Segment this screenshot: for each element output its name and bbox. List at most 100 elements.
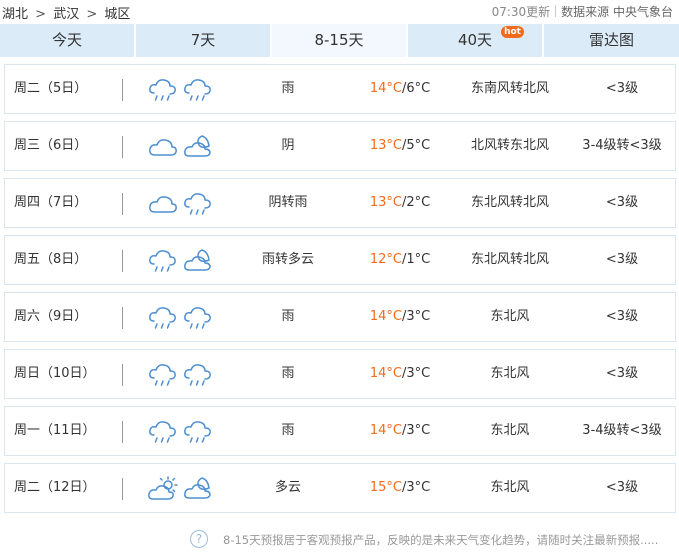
temperature: 14°C/3°C [355,350,445,398]
rain-cloud-icon [148,77,178,103]
temp-low: /5°C [401,138,431,153]
temperature: 14°C/6°C [355,65,445,113]
wind-level: <3级 [605,81,639,96]
overcast-cloud-icon [148,191,178,217]
temp-high: 15°C [369,480,402,495]
rain-cloud-icon [183,77,213,103]
day-label: 周六（9日） [14,309,88,324]
hot-badge: hot [501,26,524,38]
temp-high: 13°C [369,195,402,210]
temp-low: /1°C [401,252,431,267]
rain-cloud-icon [148,362,178,388]
forecast-row: 周二（5日） 雨 14°C/6°C 东南风转北风 <3级 [4,64,676,114]
temp-low: /3°C [401,366,431,381]
temp-low: /3°C [401,480,431,495]
forecast-disclaimer: 8-15天预报居于客观预报产品，反映的是未来天气变化趋势，请随时关注最新预报..… [223,533,659,547]
day-label: 周三（6日） [14,138,88,153]
divider [122,421,123,443]
partly-cloudy-day-icon [148,476,178,502]
rain-cloud-icon [183,362,213,388]
day-label: 周二（5日） [14,81,88,96]
rain-cloud-icon [183,305,213,331]
breadcrumb-province[interactable]: 湖北 [2,7,28,22]
top-bar: 湖北 > 武汉 > 城区 07:30更新 数据来源 中央气象台 [0,0,679,24]
weather-condition: 雨 [281,309,295,324]
wind-direction: 东北风转北风 [470,195,549,210]
temp-low: /3°C [401,423,431,438]
breadcrumb-city[interactable]: 武汉 [53,7,79,22]
day-label: 周日（10日） [14,366,96,381]
partly-cloudy-night-icon [183,134,213,160]
wind-direction: 北风转东北风 [470,138,549,153]
divider [122,193,123,215]
rain-cloud-icon [148,419,178,445]
rain-cloud-icon [183,419,213,445]
data-source: 07:30更新 数据来源 中央气象台 [492,3,673,20]
divider [122,250,123,272]
forecast-list: 周二（5日）雨 14°C/6°C 东南风转北风 <3级 周三（6日）阴 13°C/5°C 北… [4,64,676,520]
divider [122,478,123,500]
wind-direction: 东北风 [490,423,530,438]
breadcrumb-district[interactable]: 城区 [104,7,130,22]
help-icon[interactable]: ? [190,530,208,548]
temperature: 13°C/5°C [355,122,445,170]
footer-note: ? 8-15天预报居于客观预报产品，反映的是未来天气变化趋势，请随时关注最新预报… [190,530,676,550]
rain-cloud-icon [183,191,213,217]
temp-high: 12°C [369,252,402,267]
temp-high: 14°C [369,81,402,96]
breadcrumb: 湖北 > 武汉 > 城区 [2,3,133,22]
day-label: 周五（8日） [14,252,88,267]
wind-level: 3-4级转<3级 [582,423,662,438]
divider [122,364,123,386]
tab-1[interactable]: 7天 [136,24,270,57]
temp-high: 14°C [369,366,402,381]
tab-2[interactable]: 8-15天 [272,24,406,57]
tab-label: 7天 [190,31,216,49]
partly-cloudy-night-icon [183,248,213,274]
weather-condition: 雨 [281,81,295,96]
weather-condition: 阴转雨 [268,195,308,210]
wind-direction: 东南风转北风 [470,81,549,96]
update-time: 07:30更新 [491,5,551,19]
temp-low: /2°C [401,195,431,210]
forecast-row: 周六（9日） 雨 14°C/3°C 东北风 <3级 [4,292,676,342]
temp-low: /6°C [401,81,431,96]
wind-direction: 东北风转北风 [470,252,549,267]
weather-condition: 雨转多云 [261,252,314,267]
wind-direction: 东北风 [490,480,530,495]
breadcrumb-separator: > [35,7,47,22]
divider [122,79,123,101]
partly-cloudy-night-icon [183,476,213,502]
tab-0[interactable]: 今天 [0,24,134,57]
day-label: 周二（12日） [14,480,96,495]
forecast-row: 周二（12日） 多云 15°C/3°C 东北风 <3级 [4,463,676,513]
temp-low: /3°C [401,309,431,324]
wind-level: <3级 [605,366,639,381]
day-label: 周四（7日） [14,195,88,210]
wind-direction: 东北风 [490,309,530,324]
day-label: 周一（11日） [14,423,96,438]
wind-direction: 东北风 [490,366,530,381]
temp-high: 14°C [369,309,402,324]
tab-label: 雷达图 [588,31,634,49]
tab-label: 8-15天 [314,31,364,49]
rain-cloud-icon [148,248,178,274]
wind-level: 3-4级转<3级 [582,138,662,153]
tab-label: 今天 [51,31,82,49]
overcast-cloud-icon [148,134,178,160]
tab-label: 40天 [457,31,493,49]
temp-high: 13°C [369,138,402,153]
temperature: 12°C/1°C [355,236,445,284]
forecast-row: 周日（10日） 雨 14°C/3°C 东北风 <3级 [4,349,676,399]
breadcrumb-separator: > [86,7,98,22]
temperature: 15°C/3°C [355,464,445,512]
forecast-row: 周一（11日） 雨 14°C/3°C 东北风 3-4级转<3级 [4,406,676,456]
tab-4[interactable]: 雷达图 [544,24,679,57]
temperature: 14°C/3°C [355,407,445,455]
weather-condition: 雨 [281,423,295,438]
divider [122,136,123,158]
rain-cloud-icon [148,305,178,331]
tab-3[interactable]: 40天 hot [408,24,542,57]
forecast-row: 周四（7日） 阴转雨 13°C/2°C 东北风转北风 <3级 [4,178,676,228]
forecast-row: 周三（6日） 阴 13°C/5°C 北风转东北风 3-4级转<3级 [4,121,676,171]
